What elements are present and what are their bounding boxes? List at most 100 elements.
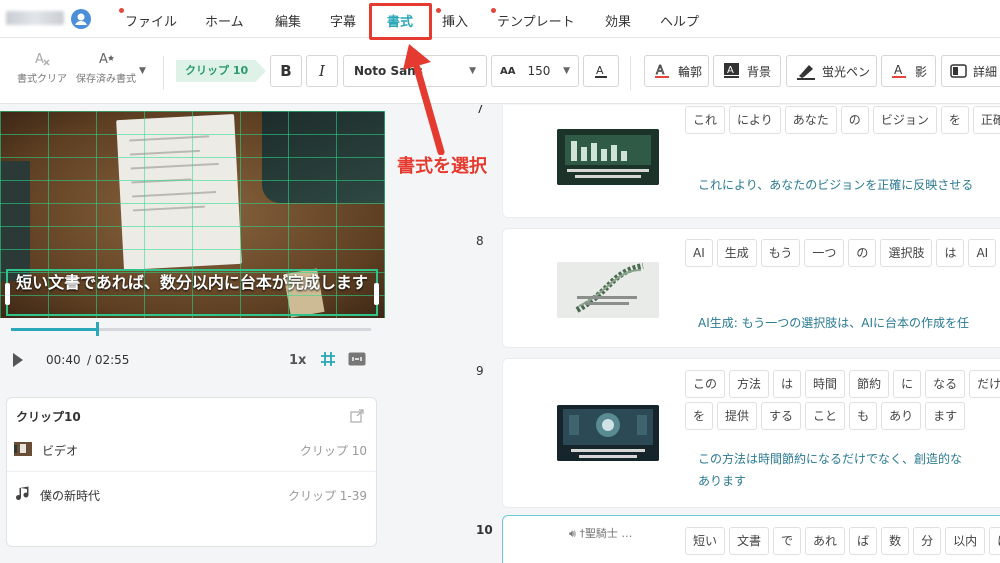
word-chip[interactable]: ます [925,402,966,430]
menu-insert[interactable]: 挿入 [436,8,468,30]
word-chip[interactable]: は [773,370,802,398]
word-chip[interactable]: あり [881,402,922,430]
speaker-label[interactable]: 🔊︎ †聖騎士 … [569,525,632,541]
word-chip[interactable]: この [685,370,726,398]
row-sentence[interactable]: これにより、あなたのビジョンを正確に反映させる [698,175,973,196]
word-chip[interactable]: に [893,370,922,398]
word-chips: を 提供 する こと も あり ます [685,402,966,430]
font-color-button[interactable]: A [583,55,619,87]
subtitle-row-10[interactable]: 🔊︎ †聖騎士 … 短い 文書 で あれ ば 数 分 以内 に 台本 [502,515,1000,563]
word-chip[interactable]: 一つ [804,239,845,267]
play-icon[interactable] [13,353,23,367]
svg-text:A: A [727,65,734,76]
word-chip[interactable]: 選択肢 [880,239,933,267]
highlighter-icon [797,65,815,80]
resize-handle-left[interactable] [5,283,10,305]
menu-file[interactable]: ファイル [119,8,177,30]
word-chip[interactable]: あれ [805,527,846,555]
word-chip[interactable]: で [773,527,802,555]
subtitle-text-box[interactable]: 短い文書であれば、数分以内に台本が完成します [5,269,379,316]
word-chip[interactable]: ビジョン [872,106,937,134]
word-chip[interactable]: これ [685,106,726,134]
current-time: 00:40 [46,353,81,367]
row-sentence[interactable]: この方法は時間節約になるだけでなく、創造的な [698,449,962,470]
word-chip[interactable]: 正確 [972,106,1000,134]
progress-knob[interactable] [96,322,100,336]
row-sentence[interactable]: AI生成: もう一つの選択肢は、AIに台本の作成を任 [698,313,969,334]
word-chip[interactable]: 提供 [717,402,758,430]
subtitle-row-9[interactable]: この 方法 は 時間 節約 に なる だけ で を 提供 する こと も あり … [502,358,1000,508]
clip-tag: クリップ 10 [176,60,267,82]
font-size-select[interactable]: AA 150 ▼ [491,55,579,87]
svg-text:A: A [656,63,665,77]
speed-button[interactable]: 1x [289,353,306,368]
toolbar-divider [163,56,164,90]
menu-help[interactable]: ヘルプ [660,11,699,30]
word-chip[interactable]: ば [849,527,878,555]
row-sentence-continued[interactable]: あります [698,471,746,492]
safe-area-icon[interactable] [348,352,366,369]
word-chip[interactable]: する [761,402,802,430]
word-chip[interactable]: AI [968,239,997,267]
clip-row-video[interactable]: ビデオ クリップ 10 [7,428,376,472]
word-chip[interactable]: も [849,402,878,430]
word-chip[interactable]: 文書 [729,527,770,555]
resize-handle-right[interactable] [374,283,379,305]
menu-subtitles[interactable]: 字幕 [330,11,356,30]
word-chips: AI 生成 もう 一つ の 選択肢 は AI に 台本 [685,239,1000,267]
chevron-down-icon[interactable]: ▼ [139,66,146,76]
subtitle-row-8[interactable]: AI 生成 もう 一つ の 選択肢 は AI に 台本 AI生成: もう一つの選… [502,228,1000,348]
format-clear-button[interactable]: A 書式クリア [17,50,67,85]
word-chip[interactable]: 節約 [849,370,890,398]
chevron-down-icon: ▼ [469,66,476,76]
speaker-name: †聖騎士 … [579,527,633,540]
playback-progress-bar[interactable] [11,322,371,336]
format-clear-label: 書式クリア [17,74,67,85]
word-chip[interactable]: を [940,106,969,134]
word-chip[interactable]: 短い [685,527,726,555]
word-chip[interactable]: 数 [881,527,910,555]
word-chip[interactable]: 分 [913,527,942,555]
word-chip[interactable]: に [989,527,1000,555]
saved-format-button[interactable]: A 保存済み書式 [76,50,136,85]
outline-icon: A [655,63,669,78]
menu-bar: ファイル ホーム 編集 字幕 書式 挿入 テンプレート 効果 ヘルプ [0,0,1000,38]
font-size-icon: AA [500,65,516,77]
word-chip[interactable]: 生成 [716,239,757,267]
menu-effects[interactable]: 効果 [605,11,631,30]
clip-row-music[interactable]: 僕の新時代 クリップ 1-39 [7,473,376,517]
video-preview[interactable]: 短い文書であれば、数分以内に台本が完成します [0,111,385,318]
word-chip[interactable]: 方法 [729,370,770,398]
word-chip[interactable]: の [840,106,869,134]
grid-toggle-icon[interactable] [320,351,336,370]
word-chip[interactable]: あなた [784,106,837,134]
menu-home[interactable]: ホーム [205,11,244,30]
word-chips: これ により あなた の ビジョン を 正確 [685,106,1000,134]
menu-edit[interactable]: 編集 [275,11,301,30]
word-chip[interactable]: 時間 [805,370,846,398]
word-chip[interactable]: は [936,239,965,267]
outline-button[interactable]: A 輪郭 [644,55,709,87]
detail-label: 詳細 [973,64,998,79]
subtitle-row-7[interactable]: これ により あなた の ビジョン を 正確 これにより、あなたのビジョンを正確… [502,105,1000,218]
bold-button[interactable]: B [270,55,302,87]
word-chip[interactable]: 以内 [945,527,986,555]
background-button[interactable]: A 背景 [713,55,781,87]
menu-template[interactable]: テンプレート [491,8,575,30]
word-chip[interactable]: を [685,402,714,430]
highlighter-button[interactable]: 蛍光ペン [786,55,877,87]
toolbar-divider [630,56,631,90]
word-chip[interactable]: こと [805,402,846,430]
open-external-icon[interactable] [350,408,364,427]
shadow-button[interactable]: A 影 [881,55,936,87]
word-chip[interactable]: なる [925,370,966,398]
word-chip[interactable]: だけ [969,370,1000,398]
chevron-down-icon: ▼ [563,66,570,76]
word-chip[interactable]: の [848,239,877,267]
word-chip[interactable]: により [729,106,781,134]
word-chip[interactable]: AI [685,239,713,267]
italic-button[interactable]: I [306,55,338,87]
user-avatar-icon[interactable] [71,9,91,29]
detail-button[interactable]: 詳細 [941,55,1000,87]
word-chip[interactable]: もう [760,239,801,267]
